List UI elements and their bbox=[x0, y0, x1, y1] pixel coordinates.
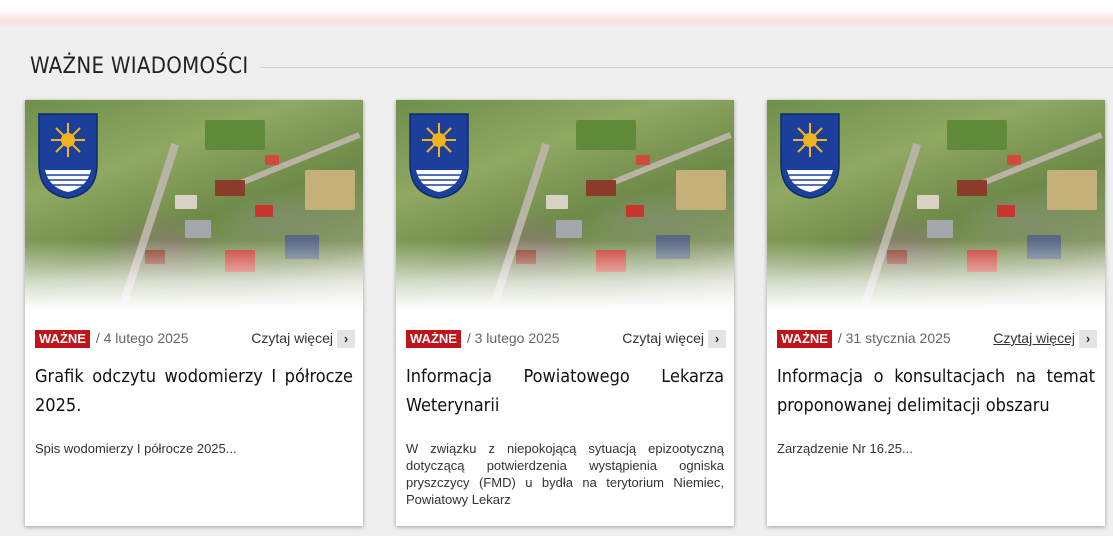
important-badge: WAŻNE bbox=[406, 330, 461, 348]
coat-of-arms-icon bbox=[409, 113, 469, 199]
top-banner-shadow bbox=[0, 0, 1113, 28]
news-excerpt: Spis wodomierzy I półrocze 2025... bbox=[35, 441, 237, 456]
coat-of-arms-icon bbox=[38, 113, 98, 199]
news-title[interactable]: Grafik odczytu wodomierzy I półrocze 202… bbox=[35, 362, 353, 420]
news-image[interactable] bbox=[396, 100, 734, 310]
chevron-right-icon[interactable]: › bbox=[1079, 330, 1097, 349]
news-date: / 4 lutego 2025 bbox=[95, 330, 189, 346]
news-date: / 3 lutego 2025 bbox=[466, 330, 560, 346]
read-more-link[interactable]: Czytaj więcej › bbox=[251, 330, 355, 349]
news-date: / 31 stycznia 2025 bbox=[837, 330, 951, 346]
news-excerpt: W związku z niepokojącą sytuacją epizoot… bbox=[406, 441, 724, 507]
news-excerpt: Zarządzenie Nr 16.25... bbox=[777, 441, 913, 456]
news-title[interactable]: Informacja Powiatowego Lekarza Weterynar… bbox=[406, 362, 724, 420]
read-more-link[interactable]: Czytaj więcej › bbox=[622, 330, 726, 349]
section-title: WAŻNE WIADOMOŚCI bbox=[30, 54, 249, 79]
news-meta: WAŻNE / 31 stycznia 2025 Czytaj więcej › bbox=[777, 330, 1097, 352]
news-meta: WAŻNE / 3 lutego 2025 Czytaj więcej › bbox=[406, 330, 726, 352]
chevron-right-icon[interactable]: › bbox=[337, 330, 355, 349]
important-badge: WAŻNE bbox=[35, 330, 90, 348]
section-divider bbox=[260, 67, 1113, 68]
news-card-3[interactable]: WAŻNE / 31 stycznia 2025 Czytaj więcej › … bbox=[767, 100, 1105, 526]
news-title[interactable]: Informacja o konsultacjach na temat prop… bbox=[777, 362, 1095, 420]
news-image[interactable] bbox=[25, 100, 363, 310]
section-header: WAŻNE WIADOMOŚCI bbox=[30, 52, 1113, 88]
news-image[interactable] bbox=[767, 100, 1105, 310]
coat-of-arms-icon bbox=[780, 113, 840, 199]
chevron-right-icon[interactable]: › bbox=[708, 330, 726, 349]
news-card-2[interactable]: WAŻNE / 3 lutego 2025 Czytaj więcej › Inf… bbox=[396, 100, 734, 526]
news-meta: WAŻNE / 4 lutego 2025 Czytaj więcej › bbox=[35, 330, 355, 352]
read-more-link[interactable]: Czytaj więcej › bbox=[993, 330, 1097, 349]
important-badge: WAŻNE bbox=[777, 330, 832, 348]
news-card-1[interactable]: WAŻNE / 4 lutego 2025 Czytaj więcej › Gra… bbox=[25, 100, 363, 526]
